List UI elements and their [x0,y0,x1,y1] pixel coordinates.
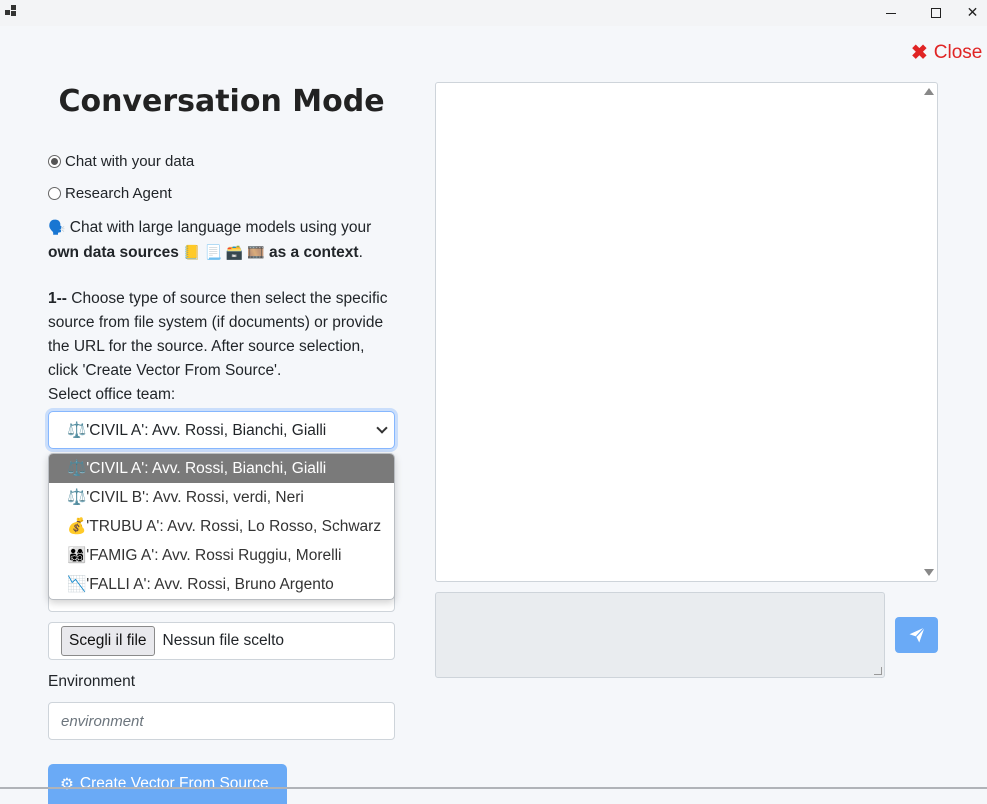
team-option[interactable]: 📉'FALLI A': Avv. Rossi, Bruno Argento [49,570,394,599]
create-vector-label: Create Vector From Source [79,775,269,792]
create-vector-button[interactable]: ⚙ Create Vector From Source [48,764,287,804]
intro-text: 🗣️ Chat with large language models using… [48,219,372,261]
app-icon [5,5,17,17]
minimize-button[interactable] [868,0,914,26]
team-option[interactable]: ⚖️'CIVIL B': Avv. Rossi, verdi, Neri [49,483,394,512]
radio-checked-icon[interactable] [48,155,61,168]
radio-unchecked-icon[interactable] [48,187,61,200]
mode-chat-label: Chat with your data [65,153,195,170]
close-link[interactable]: ✖ Close [911,42,982,64]
environment-label: Environment [48,673,136,690]
environment-input[interactable] [48,702,395,740]
team-option[interactable]: ⚖️'CIVIL A': Avv. Rossi, Bianchi, Gialli [49,454,394,483]
team-option[interactable]: 👨‍👩‍👧‍👦'FAMIG A': Avv. Rossi Ruggiu, Mor… [49,541,394,570]
choose-file-button[interactable]: Scegli il file [61,626,155,656]
speaking-head-icon: 🗣️ [48,219,66,235]
team-select-value: ⚖️'CIVIL A': Avv. Rossi, Bianchi, Gialli [67,421,327,439]
instructions-text: 1-- Choose type of source then select th… [48,290,388,379]
gears-icon: ⚙ [60,775,74,793]
mode-research-radio[interactable]: Research Agent [48,185,172,202]
paper-plane-icon [909,627,925,643]
send-button[interactable] [895,617,938,653]
chevron-down-icon [376,422,388,434]
team-select-label: Select office team: [48,386,176,403]
scroll-up-icon[interactable] [924,88,934,95]
file-status: Nessun file scelto [162,632,285,649]
close-icon: ✕ [966,5,979,21]
data-sources-icons: 📒 📃 🗃️ 🎞️ [183,244,265,260]
minimize-icon [886,12,896,14]
close-label: Close [933,42,983,63]
team-option[interactable]: 💰'TRUBU A': Avv. Rossi, Lo Rosso, Schwar… [49,512,394,541]
window-titlebar: ✕ [0,0,987,26]
window-close-button[interactable]: ✕ [958,0,987,26]
scroll-down-icon[interactable] [924,569,934,576]
step-label: 1-- [48,290,67,307]
team-select[interactable]: ⚖️'CIVIL A': Avv. Rossi, Bianchi, Gialli [48,411,395,449]
x-icon: ✖ [911,42,928,64]
page-title: Conversation Mode [58,84,385,119]
message-input[interactable] [435,592,885,678]
maximize-button[interactable] [913,0,959,26]
file-input[interactable]: Scegli il file Nessun file scelto [48,622,395,660]
chat-output-area[interactable] [435,82,938,582]
mode-chat-radio[interactable]: Chat with your data [48,153,194,170]
resize-grip-icon[interactable] [874,667,882,675]
mode-research-label: Research Agent [65,185,172,202]
team-dropdown-list[interactable]: ⚖️'CIVIL A': Avv. Rossi, Bianchi, Gialli… [48,453,395,600]
maximize-icon [931,8,941,18]
